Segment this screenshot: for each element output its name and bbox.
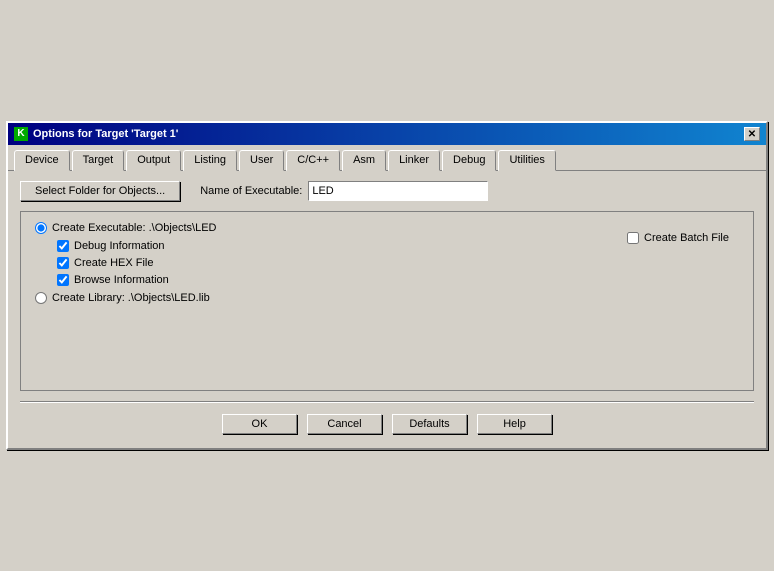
title-bar: K Options for Target 'Target 1' ✕: [8, 123, 766, 145]
window-title: Options for Target 'Target 1': [33, 128, 178, 140]
ok-button[interactable]: OK: [222, 414, 297, 434]
debug-info-checkbox[interactable]: [57, 240, 69, 252]
create-executable-radio[interactable]: [35, 222, 47, 234]
create-executable-label: Create Executable: .\Objects\LED: [52, 222, 216, 234]
help-button[interactable]: Help: [477, 414, 552, 434]
create-library-label: Create Library: .\Objects\LED.lib: [52, 292, 210, 304]
tab-device[interactable]: Device: [14, 150, 70, 171]
name-exe-label: Name of Executable:: [200, 185, 302, 197]
debug-info-label: Debug Information: [74, 240, 165, 252]
tab-listing[interactable]: Listing: [183, 150, 237, 171]
create-library-row: Create Library: .\Objects\LED.lib: [35, 292, 627, 304]
left-options: Create Executable: .\Objects\LED Debug I…: [35, 222, 627, 310]
tab-cpp[interactable]: C/C++: [286, 150, 340, 171]
create-hex-checkbox[interactable]: [57, 257, 69, 269]
create-library-radio[interactable]: [35, 292, 47, 304]
close-button[interactable]: ✕: [744, 127, 760, 141]
right-options: Create Batch File: [627, 222, 739, 310]
tab-target[interactable]: Target: [72, 150, 125, 171]
create-executable-row: Create Executable: .\Objects\LED: [35, 222, 627, 234]
create-batch-row: Create Batch File: [627, 232, 729, 244]
tab-asm[interactable]: Asm: [342, 150, 386, 171]
create-batch-checkbox[interactable]: [627, 232, 639, 244]
select-folder-button[interactable]: Select Folder for Objects...: [20, 181, 180, 201]
tab-output[interactable]: Output: [126, 150, 181, 171]
create-batch-label: Create Batch File: [644, 232, 729, 244]
main-window: K Options for Target 'Target 1' ✕ Device…: [6, 121, 768, 450]
tab-user[interactable]: User: [239, 150, 284, 171]
name-exe-input[interactable]: [308, 181, 488, 201]
tab-debug[interactable]: Debug: [442, 150, 496, 171]
cancel-button[interactable]: Cancel: [307, 414, 382, 434]
name-exe-row: Name of Executable:: [200, 181, 488, 201]
tab-linker[interactable]: Linker: [388, 150, 440, 171]
tab-content: Select Folder for Objects... Name of Exe…: [8, 170, 766, 401]
app-icon: K: [14, 127, 28, 141]
create-hex-label: Create HEX File: [74, 257, 153, 269]
title-bar-text: K Options for Target 'Target 1': [14, 127, 178, 141]
browse-info-checkbox[interactable]: [57, 274, 69, 286]
debug-info-row: Debug Information: [57, 240, 627, 252]
tabs-bar: Device Target Output Listing User C/C++ …: [8, 145, 766, 170]
bottom-buttons: OK Cancel Defaults Help: [8, 402, 766, 448]
defaults-button[interactable]: Defaults: [392, 414, 467, 434]
inner-options: Create Executable: .\Objects\LED Debug I…: [35, 222, 739, 310]
browse-info-row: Browse Information: [57, 274, 627, 286]
create-hex-row: Create HEX File: [57, 257, 627, 269]
top-row: Select Folder for Objects... Name of Exe…: [20, 181, 754, 201]
options-box: Create Executable: .\Objects\LED Debug I…: [20, 211, 754, 391]
browse-info-label: Browse Information: [74, 274, 169, 286]
tab-utilities[interactable]: Utilities: [498, 150, 555, 171]
